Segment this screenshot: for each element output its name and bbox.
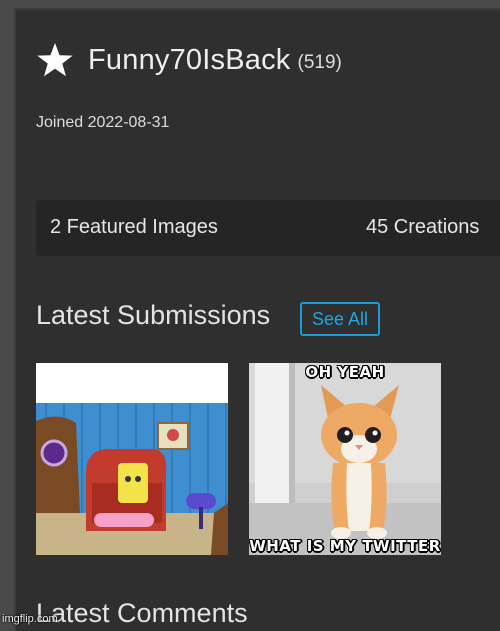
creations-count[interactable]: 45 Creations xyxy=(366,216,479,239)
meme-bottom-caption: WHAT IS MY TWITTER xyxy=(249,537,441,555)
see-all-button[interactable]: See All xyxy=(300,302,380,336)
stats-bar: 2 Featured Images 45 Creations xyxy=(36,200,500,256)
watermark: imgflip.com xyxy=(2,613,58,625)
meme-top-caption: OH YEAH xyxy=(305,363,385,381)
joined-date: Joined 2022-08-31 xyxy=(36,114,170,131)
profile-panel: Funny70IsBack (519) Joined 2022-08-31 2 … xyxy=(14,8,500,631)
submission-thumbnail[interactable] xyxy=(36,363,228,555)
cartoon-meme-image xyxy=(36,363,228,555)
profile-header: Funny70IsBack (519) xyxy=(36,40,342,80)
star-icon xyxy=(37,43,73,77)
latest-submissions-title: Latest Submissions xyxy=(36,300,271,330)
username[interactable]: Funny70IsBack xyxy=(88,44,291,77)
latest-comments-title: Latest Comments xyxy=(36,598,248,628)
featured-images-count[interactable]: 2 Featured Images xyxy=(50,216,218,239)
kitten-meme-image xyxy=(249,363,441,555)
user-points: (519) xyxy=(297,52,342,73)
submission-thumbnail[interactable]: OH YEAH WHAT IS MY TWITTER xyxy=(249,363,441,555)
